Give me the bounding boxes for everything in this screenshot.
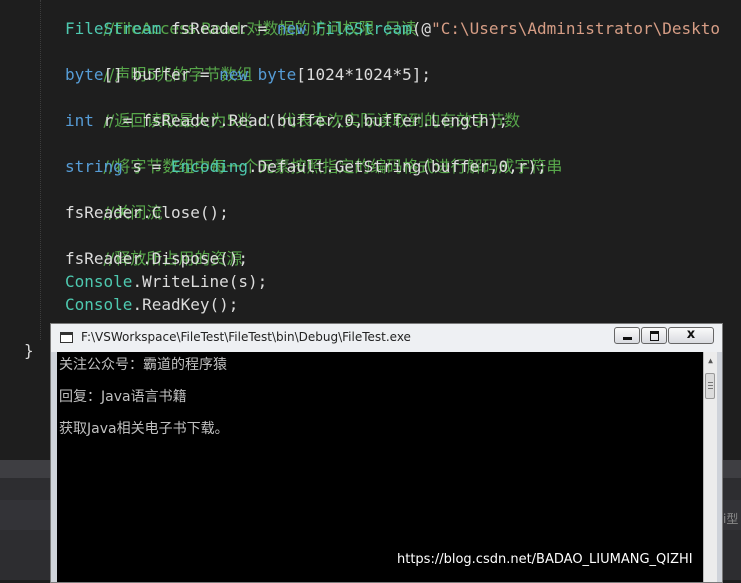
code-text: fsReader = xyxy=(161,19,277,38)
code-type: FileStream xyxy=(315,19,412,38)
vertical-scrollbar[interactable]: ▲ xyxy=(703,352,717,582)
code-keyword: int xyxy=(65,111,94,130)
code-keyword: new xyxy=(219,65,249,84)
code-line: Console.WriteLine(s); xyxy=(65,270,267,293)
watermark-text: https://blog.csdn.net/BADAO_LIUMANG_QIZH… xyxy=(397,552,693,567)
code-text: s = xyxy=(122,157,171,176)
grip-line xyxy=(708,388,713,389)
code-line: string s = Encoding.Default.GetString(bu… xyxy=(65,155,547,178)
code-keyword: new xyxy=(276,19,306,38)
code-line: //声明5兆的字节数组 xyxy=(65,40,253,84)
scroll-up-arrow-icon[interactable]: ▲ xyxy=(704,354,717,368)
maximize-icon xyxy=(650,331,659,341)
code-line: //返回读取最大为5兆 r：代表本次实际读取到的有效字节数 xyxy=(65,86,521,130)
console-output-line: 回复：Java语言书籍 xyxy=(59,389,187,405)
code-text: .WriteLine(s); xyxy=(132,272,268,291)
console-output-area[interactable]: 关注公众号：霸道的程序猿 回复：Java语言书籍 获取Java相关电子书下载。 xyxy=(57,352,703,582)
maximize-button[interactable] xyxy=(641,327,667,344)
console-app-icon[interactable] xyxy=(60,332,73,343)
code-line: fsReader.Close(); xyxy=(65,201,229,224)
code-line: int r = fsReader.Read(buffer,0,buffer.Le… xyxy=(65,109,508,132)
code-line: //关闭流 xyxy=(65,178,163,222)
code-string: "C:\Users\Administrator\Deskto xyxy=(431,19,721,38)
code-line: fsReader.Dispose(); xyxy=(65,247,248,270)
code-text: .Default.GetString(buffer,0,r); xyxy=(248,157,547,176)
panel-side-text: i型 xyxy=(723,512,739,526)
code-line: FileStream fsReader = new FileStream(@"C… xyxy=(65,17,720,40)
code-text: [1024*1024*5]; xyxy=(296,65,432,84)
code-text: r = fsReader.Read(buffer,0,buffer.Length… xyxy=(93,111,509,130)
code-text: fsReader.Close(); xyxy=(65,203,229,222)
code-keyword: string xyxy=(65,157,123,176)
code-line: //FileAccess.Read:对数据的访问权限 只读 xyxy=(65,0,417,38)
code-type: Console xyxy=(65,272,133,291)
minimize-button[interactable] xyxy=(614,327,640,344)
grip-line xyxy=(708,385,713,386)
scroll-thumb[interactable] xyxy=(705,373,715,399)
console-output-line: 获取Java相关电子书下载。 xyxy=(59,421,229,437)
close-button[interactable]: x xyxy=(668,327,714,344)
code-text: fsReader.Dispose(); xyxy=(65,249,249,268)
code-text: [] buffer = xyxy=(103,65,220,84)
close-icon: x xyxy=(686,327,696,342)
grip-line xyxy=(708,382,713,383)
code-type: Encoding xyxy=(170,157,249,176)
code-line: byte[] buffer = new byte[1024*1024*5]; xyxy=(65,63,431,86)
code-keyword: byte xyxy=(257,65,297,84)
code-type: FileStream xyxy=(65,19,162,38)
console-title: F:\VSWorkspace\FileTest\FileTest\bin\Deb… xyxy=(81,330,411,344)
closing-brace: } xyxy=(24,341,34,360)
code-line: //将字节数组中每一个元素按照指定的编码格式进行解码成字符串 xyxy=(65,132,563,176)
minimize-icon xyxy=(623,337,632,340)
code-text: .ReadKey(); xyxy=(132,295,239,314)
console-output-line: 关注公众号：霸道的程序猿 xyxy=(59,357,227,373)
code-type: Console xyxy=(65,295,133,314)
code-line: Console.ReadKey(); xyxy=(65,293,238,316)
console-window[interactable]: F:\VSWorkspace\FileTest\FileTest\bin\Deb… xyxy=(50,323,723,583)
indent-guide xyxy=(40,0,42,340)
console-titlebar[interactable]: F:\VSWorkspace\FileTest\FileTest\bin\Deb… xyxy=(51,324,722,352)
code-line: //释放所占用的资源 xyxy=(65,224,243,268)
code-keyword: byte xyxy=(65,65,104,84)
code-text: (@ xyxy=(411,19,432,38)
